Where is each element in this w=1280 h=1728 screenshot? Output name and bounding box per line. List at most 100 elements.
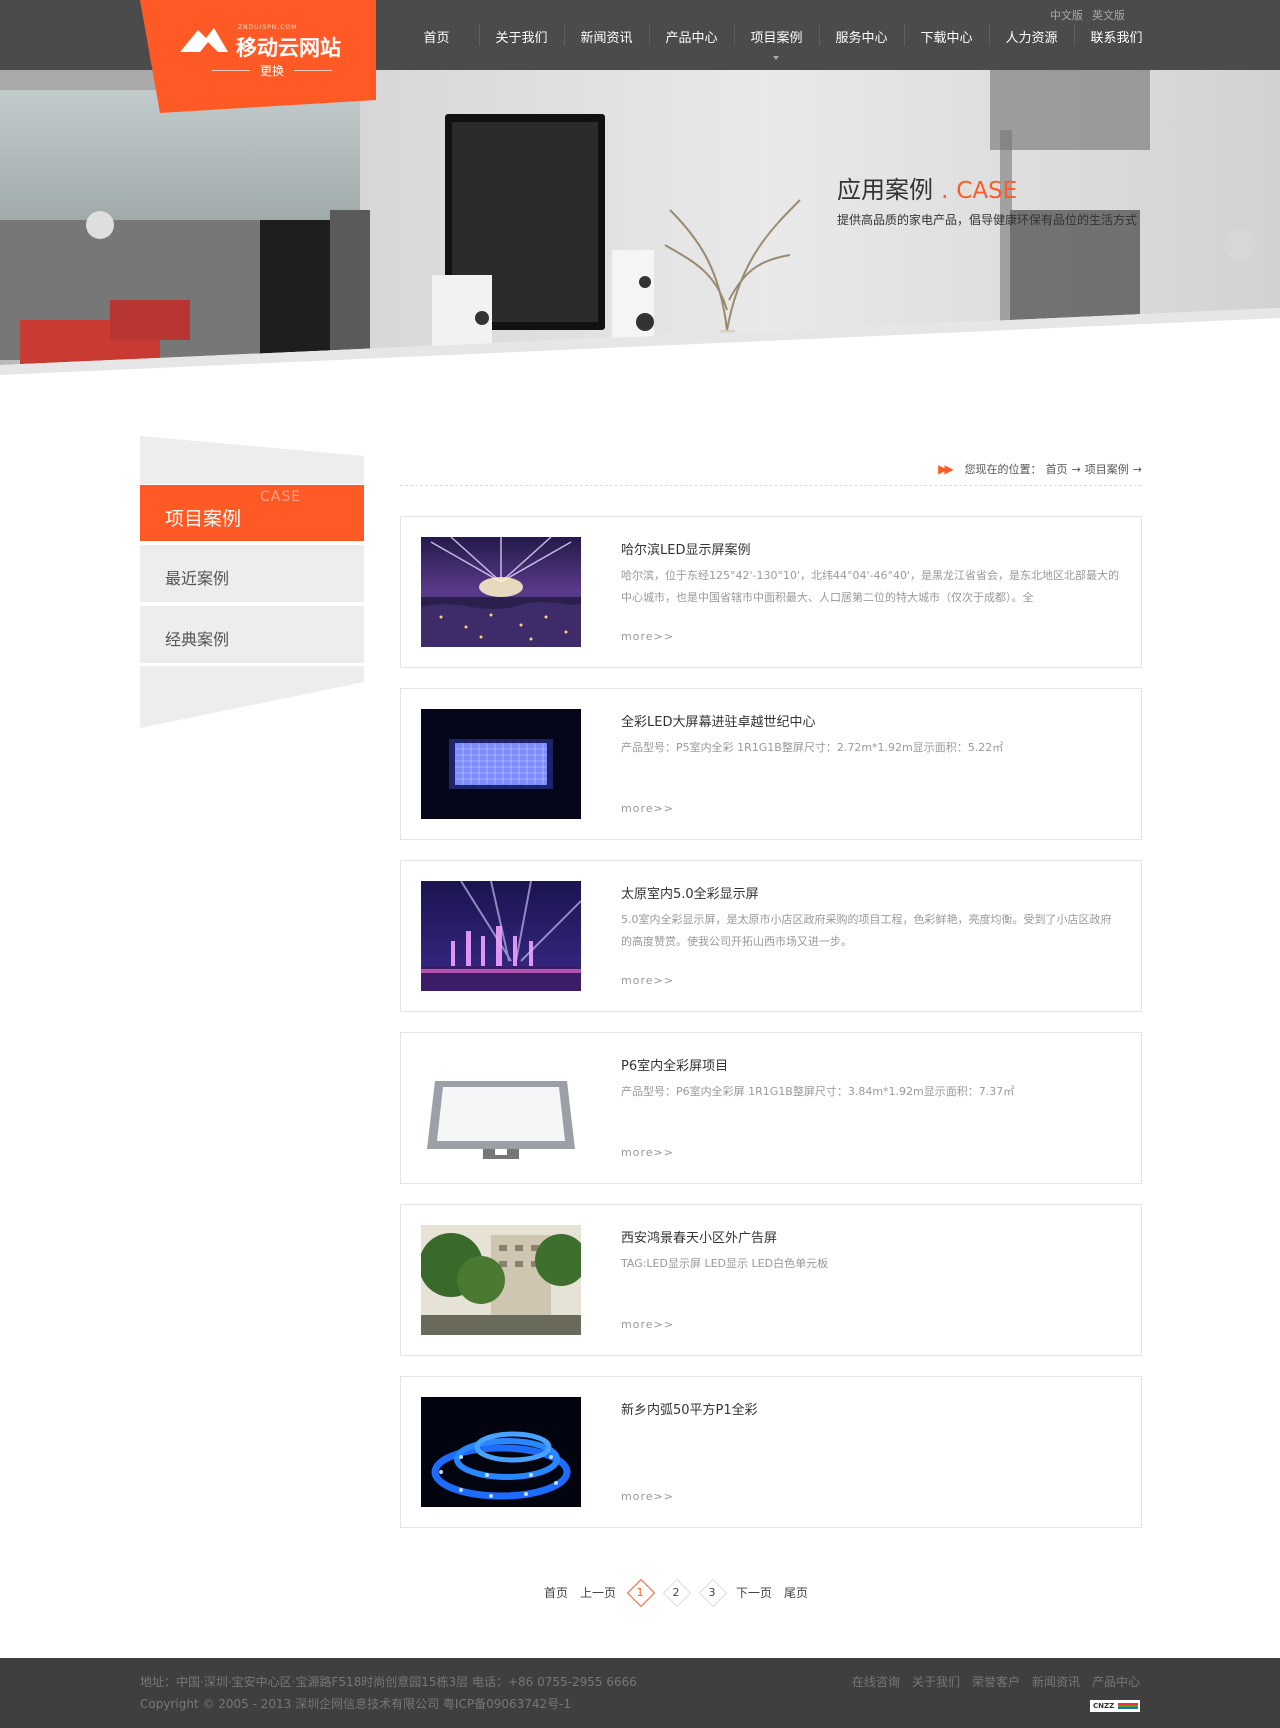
case-thumbnail-led-panel[interactable]: [421, 709, 581, 819]
language-switcher: 中文版 英文版: [1050, 7, 1125, 23]
case-list-item: 西安鸿景春天小区外广告屏 TAG:LED显示屏 LED显示 LED白色单元板 m…: [400, 1204, 1142, 1356]
sidebar: CASE 项目案例 最近案例 经典案例: [140, 436, 364, 728]
logo-domain-text: ZNDUISPN.COM: [238, 24, 298, 31]
sidebar-header-title: 项目案例: [165, 508, 242, 530]
case-thumbnail-monitor[interactable]: [421, 1053, 581, 1163]
case-more-link[interactable]: more>>: [621, 974, 674, 987]
banner-caption: 应用案例. CASE 提供高品质的家电产品，倡导健康环保有品位的生活方式: [837, 170, 1137, 228]
sidebar-item-recent[interactable]: 最近案例: [140, 545, 364, 603]
pager-page-number: 2: [672, 1585, 680, 1599]
site-logo[interactable]: ZNDUISPN.COM 移动云网站 更换: [140, 0, 376, 113]
footer-copyright: Copyright © 2005 - 2013 深圳企网信息技术有限公司 粤IC…: [140, 1697, 572, 1711]
hero-banner: 应用案例. CASE 提供高品质的家电产品，倡导健康环保有品位的生活方式: [0, 70, 1280, 410]
case-more-link[interactable]: more>>: [621, 802, 674, 815]
footer-address: 地址：中国·深圳·宝安中心区·宝源路F518时尚创意园15栋3层 电话：+86 …: [140, 1675, 637, 1689]
case-thumbnail-fountain[interactable]: [421, 881, 581, 991]
breadcrumb-label: 您现在的位置：: [964, 463, 1042, 476]
pagination: 首页 上一页 1 2 3 下一页 尾页: [0, 1580, 1280, 1604]
led-strip-image: [421, 1397, 581, 1507]
case-description: 哈尔滨，位于东经125°42'-130°10'，北纬44°04'-46°40'，…: [621, 569, 1120, 604]
nav-item-news[interactable]: 新闻资讯: [564, 0, 649, 70]
banner-title-cn: 应用案例: [837, 176, 933, 204]
case-title[interactable]: 太原室内5.0全彩显示屏: [621, 883, 759, 902]
pager-last-link[interactable]: 尾页: [784, 1584, 808, 1601]
fountain-image: [421, 881, 581, 991]
case-list-item: P6室内全彩屏项目 产品型号：P6室内全彩屏 1R1G1B整屏尺寸：3.84m*…: [400, 1032, 1142, 1184]
footer-link-products[interactable]: 产品中心: [1092, 1673, 1140, 1690]
case-title[interactable]: 全彩LED大屏幕进驻卓越世纪中心: [621, 711, 815, 730]
nav-item-download[interactable]: 下载中心: [904, 0, 989, 70]
active-caret-icon: [773, 56, 779, 60]
sidebar-header-en: CASE: [260, 489, 302, 505]
sidebar-item-classic[interactable]: 经典案例: [140, 606, 364, 664]
case-thumbnail-trees[interactable]: [421, 1225, 581, 1335]
house-logo-icon: [180, 28, 228, 52]
case-list-item: 太原室内5.0全彩显示屏 5.0室内全彩显示屏，是太原市小店区政府采购的项目工程…: [400, 860, 1142, 1012]
case-more-link[interactable]: more>>: [621, 1146, 674, 1159]
cnzz-badge-text: CNZZ: [1093, 1702, 1115, 1710]
pager-page-2[interactable]: 2: [660, 1580, 692, 1604]
case-description: 产品型号：P6室内全彩屏 1R1G1B整屏尺寸：3.84m*1.92m显示面积：…: [621, 1085, 1015, 1098]
cnzz-bars-icon: [1118, 1703, 1139, 1709]
banner-subtitle: 提供高品质的家电产品，倡导健康环保有品位的生活方式: [837, 213, 1138, 227]
main-nav: 首页 关于我们 新闻资讯 产品中心 项目案例 服务中心 下载中心 人力资源 联系…: [394, 0, 1159, 70]
footer-link-news[interactable]: 新闻资讯: [1032, 1673, 1080, 1690]
case-more-link[interactable]: more>>: [621, 1318, 674, 1331]
case-title[interactable]: 西安鸿景春天小区外广告屏: [621, 1227, 777, 1246]
logo-title: 移动云网站: [236, 36, 341, 60]
case-thumbnail-night-city[interactable]: [421, 537, 581, 647]
nav-item-about[interactable]: 关于我们: [479, 0, 564, 70]
case-description: [621, 1425, 1121, 1469]
breadcrumb-home-link[interactable]: 首页: [1046, 461, 1068, 477]
footer-link-about[interactable]: 关于我们: [912, 1673, 960, 1690]
breadcrumb-current-link[interactable]: 项目案例: [1085, 461, 1129, 477]
breadcrumb-content: ▶▶ 您现在的位置： 首页 → 项目案例 →: [938, 461, 1142, 477]
case-description: 产品型号：P5室内全彩 1R1G1B整屏尺寸：2.72m*1.92m显示面积：5…: [621, 741, 1004, 754]
trees-building-image: [421, 1225, 581, 1335]
breadcrumb: ▶▶ 您现在的位置： 首页 → 项目案例 →: [400, 452, 1142, 486]
logo-subtitle: 更换: [202, 62, 342, 79]
pager-page-number: 1: [636, 1585, 644, 1599]
case-title[interactable]: 哈尔滨LED显示屏案例: [621, 539, 750, 558]
case-list-item: 全彩LED大屏幕进驻卓越世纪中心 产品型号：P5室内全彩 1R1G1B整屏尺寸：…: [400, 688, 1142, 840]
double-arrow-icon: ▶▶: [938, 462, 954, 476]
case-title[interactable]: P6室内全彩屏项目: [621, 1055, 728, 1074]
logo-content: ZNDUISPN.COM 移动云网站 更换: [178, 22, 348, 82]
banner-title-en: CASE: [956, 178, 1018, 204]
pager-first-link[interactable]: 首页: [544, 1584, 568, 1601]
cnzz-stats-badge[interactable]: CNZZ: [1090, 1700, 1140, 1712]
case-description: TAG:LED显示屏 LED显示 LED白色单元板: [621, 1257, 829, 1270]
nav-item-cases[interactable]: 项目案例: [734, 0, 819, 70]
nav-item-cases-label: 项目案例: [750, 31, 803, 46]
breadcrumb-separator: →: [1132, 462, 1142, 476]
banner-title-dot: .: [941, 176, 949, 204]
sidebar-header: CASE 项目案例: [140, 485, 364, 541]
pager-page-1[interactable]: 1: [624, 1580, 656, 1604]
banner-image: [0, 70, 1280, 410]
nav-item-home[interactable]: 首页: [394, 0, 479, 70]
breadcrumb-separator: →: [1071, 462, 1081, 476]
case-description: 5.0室内全彩显示屏，是太原市小店区政府采购的项目工程，色彩鲜艳，亮度均衡。受到…: [621, 913, 1112, 948]
footer-link-clients[interactable]: 荣誉客户: [972, 1673, 1020, 1690]
led-panel-image: [421, 709, 581, 819]
case-more-link[interactable]: more>>: [621, 1490, 674, 1503]
footer: 地址：中国·深圳·宝安中心区·宝源路F518时尚创意园15栋3层 电话：+86 …: [0, 1658, 1280, 1728]
banner-title: 应用案例. CASE: [837, 170, 1137, 205]
footer-links: 在线咨询 关于我们 荣誉客户 新闻资讯 产品中心: [852, 1673, 1140, 1690]
nav-item-products[interactable]: 产品中心: [649, 0, 734, 70]
pager-next-link[interactable]: 下一页: [736, 1584, 772, 1601]
monitor-image: [421, 1053, 581, 1163]
pager-prev-link[interactable]: 上一页: [580, 1584, 616, 1601]
night-city-image: [421, 537, 581, 647]
pager-page-number: 3: [708, 1585, 716, 1599]
pager-page-3[interactable]: 3: [696, 1580, 728, 1604]
footer-link-consult[interactable]: 在线咨询: [852, 1673, 900, 1690]
case-list-item: 新乡内弧50平方P1全彩 more>>: [400, 1376, 1142, 1528]
case-more-link[interactable]: more>>: [621, 630, 674, 643]
case-title[interactable]: 新乡内弧50平方P1全彩: [621, 1399, 758, 1418]
lang-chinese-link[interactable]: 中文版: [1050, 7, 1083, 23]
lang-english-link[interactable]: 英文版: [1092, 7, 1125, 23]
nav-item-service[interactable]: 服务中心: [819, 0, 904, 70]
case-thumbnail-led-strip[interactable]: [421, 1397, 581, 1507]
case-list-item: 哈尔滨LED显示屏案例 哈尔滨，位于东经125°42'-130°10'，北纬44…: [400, 516, 1142, 668]
